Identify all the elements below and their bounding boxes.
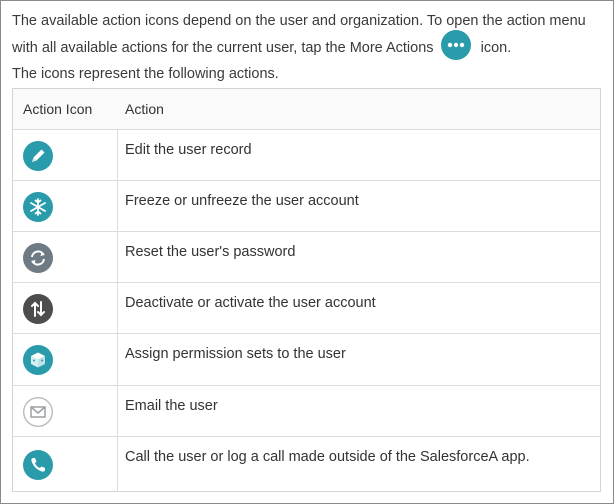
table-row: Freeze or unfreeze the user account	[13, 180, 600, 232]
freeze-icon	[23, 192, 53, 222]
action-text: Deactivate or activate the user account	[125, 295, 376, 311]
subintro-text: The icons represent the following action…	[12, 66, 279, 82]
call-icon	[23, 450, 53, 480]
table-row: Email the user	[13, 385, 600, 437]
action-text: Reset the user's password	[125, 244, 296, 260]
action-text: Assign permission sets to the user	[125, 346, 346, 362]
action-text: Freeze or unfreeze the user account	[125, 193, 359, 209]
deactivate-icon	[23, 294, 53, 324]
action-text: Edit the user record	[125, 142, 252, 158]
table-row: Call the user or log a call made outside…	[13, 436, 600, 493]
table-row: Reset the user's password	[13, 231, 600, 283]
table-row: Deactivate or activate the user account	[13, 282, 600, 334]
email-icon	[23, 397, 53, 427]
intro-text-end: icon.	[480, 39, 512, 56]
action-icons-table: Action Icon Action Edit the user record …	[12, 88, 601, 492]
action-text: Call the user or log a call made outside…	[125, 449, 530, 465]
reset-password-icon	[23, 243, 53, 273]
permission-sets-icon	[23, 345, 53, 375]
table-row: Assign permission sets to the user	[13, 333, 600, 386]
header-action-icon: Action Icon	[23, 101, 93, 117]
edit-icon	[23, 141, 53, 171]
table-header-row: Action Icon Action	[13, 89, 600, 129]
table-row: Edit the user record	[13, 129, 600, 181]
intro-paragraph: The available action icons depend on the…	[12, 9, 602, 63]
action-text: Email the user	[125, 398, 218, 414]
header-action: Action	[125, 101, 164, 117]
more-actions-icon	[440, 30, 471, 60]
